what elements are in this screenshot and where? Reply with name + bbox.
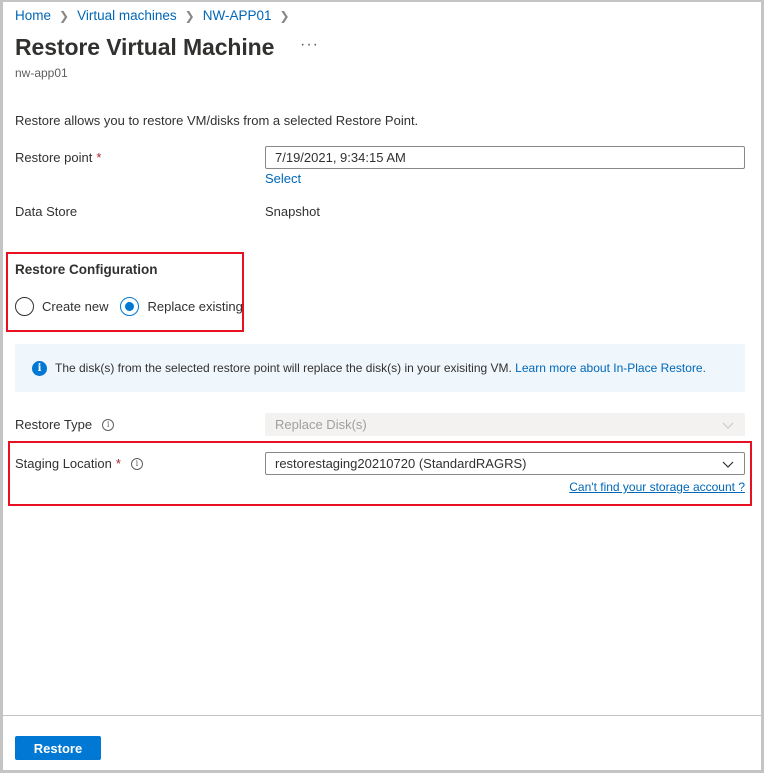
radio-create-new[interactable]: Create new <box>15 297 108 316</box>
chevron-right-icon: ❯ <box>59 8 70 23</box>
restore-point-label-text: Restore point <box>15 150 93 165</box>
cant-find-storage-account-link[interactable]: Can't find your storage account ? <box>569 480 745 494</box>
breadcrumb-home[interactable]: Home <box>15 8 51 23</box>
restore-type-dropdown: Replace Disk(s) <box>265 413 745 436</box>
info-icon: i <box>32 360 47 376</box>
radio-circle-icon[interactable] <box>15 297 34 316</box>
required-marker: * <box>115 456 121 471</box>
page-title: Restore Virtual Machine <box>15 34 275 60</box>
breadcrumb-nw-app01[interactable]: NW-APP01 <box>203 8 272 23</box>
data-store-label: Data Store <box>15 204 78 219</box>
radio-replace-existing[interactable]: Replace existing <box>120 297 243 316</box>
footer-divider <box>3 715 761 716</box>
info-message-body: The disk(s) from the selected restore po… <box>55 361 516 375</box>
restore-button[interactable]: Restore <box>15 736 101 760</box>
more-options-icon[interactable]: ··· <box>300 36 319 54</box>
chevron-down-icon[interactable] <box>722 458 734 470</box>
info-icon[interactable]: i <box>130 457 143 470</box>
radio-circle-checked-icon[interactable] <box>120 297 140 316</box>
restore-point-field[interactable]: 7/19/2021, 9:34:15 AM <box>265 146 745 169</box>
info-message-text: The disk(s) from the selected restore po… <box>55 361 706 375</box>
restore-type-value: Replace Disk(s) <box>275 417 367 432</box>
chevron-down-icon <box>722 422 734 429</box>
restore-type-label-text: Restore Type <box>15 417 93 432</box>
radio-create-new-label: Create new <box>42 299 109 314</box>
restore-configuration-radio-group: Create new Replace existing <box>15 297 255 316</box>
learn-more-in-place-restore-link[interactable]: Learn more about In-Place Restore. <box>515 361 706 375</box>
intro-text: Restore allows you to restore VM/disks f… <box>15 113 419 128</box>
radio-replace-existing-label: Replace existing <box>147 299 243 314</box>
required-marker: * <box>96 150 102 165</box>
select-restore-point-link[interactable]: Select <box>265 171 301 186</box>
info-icon[interactable]: i <box>102 418 115 431</box>
restore-point-label: Restore point * <box>15 150 101 165</box>
data-store-value: Snapshot <box>265 204 320 219</box>
restore-type-label: Restore Type i <box>15 417 115 432</box>
staging-location-label: Staging Location * i <box>15 456 143 471</box>
staging-location-dropdown[interactable]: restorestaging20210720 (StandardRAGRS) <box>265 452 745 475</box>
chevron-right-icon: ❯ <box>279 8 290 23</box>
staging-location-label-text: Staging Location <box>15 456 112 471</box>
page-subtitle: nw-app01 <box>15 66 68 80</box>
info-message-bar: i The disk(s) from the selected restore … <box>15 344 745 392</box>
restore-configuration-heading: Restore Configuration <box>15 262 158 277</box>
breadcrumb: Home ❯ Virtual machines ❯ NW-APP01 ❯ <box>15 8 298 23</box>
staging-location-value: restorestaging20210720 (StandardRAGRS) <box>275 456 527 471</box>
breadcrumb-virtual-machines[interactable]: Virtual machines <box>77 8 177 23</box>
chevron-right-icon: ❯ <box>184 8 195 23</box>
